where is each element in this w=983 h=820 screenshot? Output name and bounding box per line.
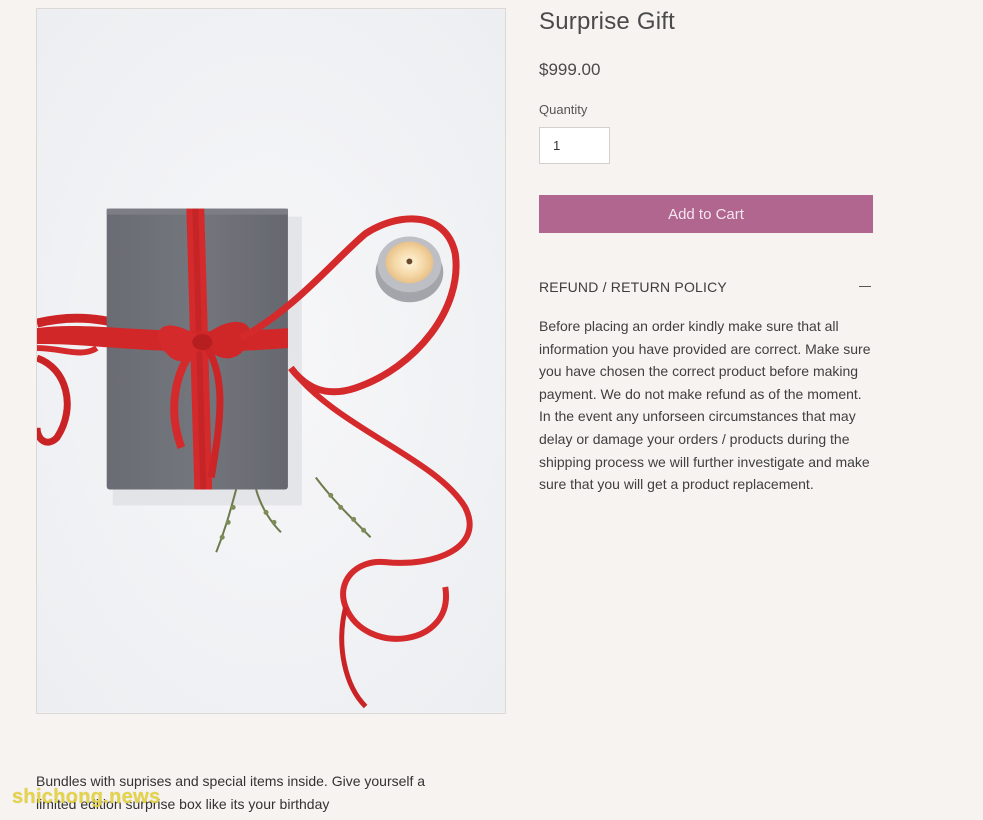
policy-paragraph-2: In the event any unforseen circumstances… [539, 408, 870, 493]
refund-policy-toggle[interactable]: REFUND / RETURN POLICY [539, 276, 873, 300]
watermark: shichong.news [12, 786, 161, 808]
quantity-label: Quantity [539, 102, 588, 117]
policy-paragraph-1: Before placing an order kindly make sure… [539, 318, 871, 402]
refund-policy-title: REFUND / RETURN POLICY [539, 279, 727, 295]
candle [375, 236, 444, 303]
quantity-input[interactable] [539, 127, 610, 164]
gift-box-photo [37, 9, 505, 713]
refund-policy-content: Before placing an order kindly make sure… [539, 315, 879, 496]
minus-icon[interactable] [859, 286, 871, 287]
product-title: Surprise Gift [539, 8, 675, 35]
product-price: $999.00 [539, 60, 601, 79]
add-to-cart-button[interactable]: Add to Cart [539, 195, 873, 233]
product-image[interactable] [36, 8, 506, 714]
